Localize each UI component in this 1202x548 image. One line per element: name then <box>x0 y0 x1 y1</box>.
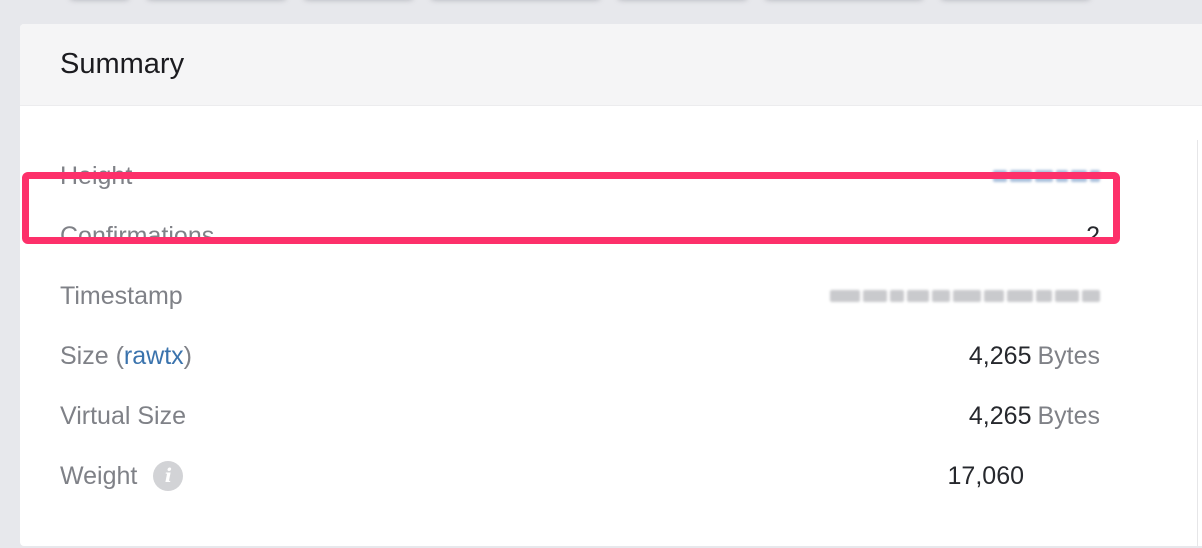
virtual-size-value: 4,265 Bytes <box>968 401 1100 430</box>
summary-card: Summary Height Confirmations 2 Timestamp <box>20 24 1202 546</box>
row-virtual-size: Virtual Size 4,265 Bytes <box>60 386 1100 446</box>
confirmations-highlight-box <box>22 172 1120 244</box>
weight-value: 17,060 <box>947 461 1024 490</box>
timestamp-label: Timestamp <box>60 281 183 310</box>
timestamp-value-redacted <box>830 290 1100 302</box>
weight-label: Weight i <box>60 461 184 491</box>
row-size: Size (rawtx) 4,265 Bytes <box>60 326 1100 386</box>
summary-header: Summary <box>20 24 1202 106</box>
virtual-size-label: Virtual Size <box>60 401 186 430</box>
blurred-top-content <box>70 0 1090 6</box>
rawtx-link[interactable]: rawtx <box>124 342 184 371</box>
info-icon[interactable]: i <box>153 461 184 491</box>
size-value: 4,265 Bytes <box>968 341 1100 370</box>
summary-title: Summary <box>60 48 185 80</box>
size-label: Size (rawtx) <box>60 341 192 371</box>
row-weight: Weight i 17,060 <box>60 446 1100 506</box>
row-timestamp: Timestamp <box>60 266 1100 326</box>
divider <box>1197 140 1198 546</box>
